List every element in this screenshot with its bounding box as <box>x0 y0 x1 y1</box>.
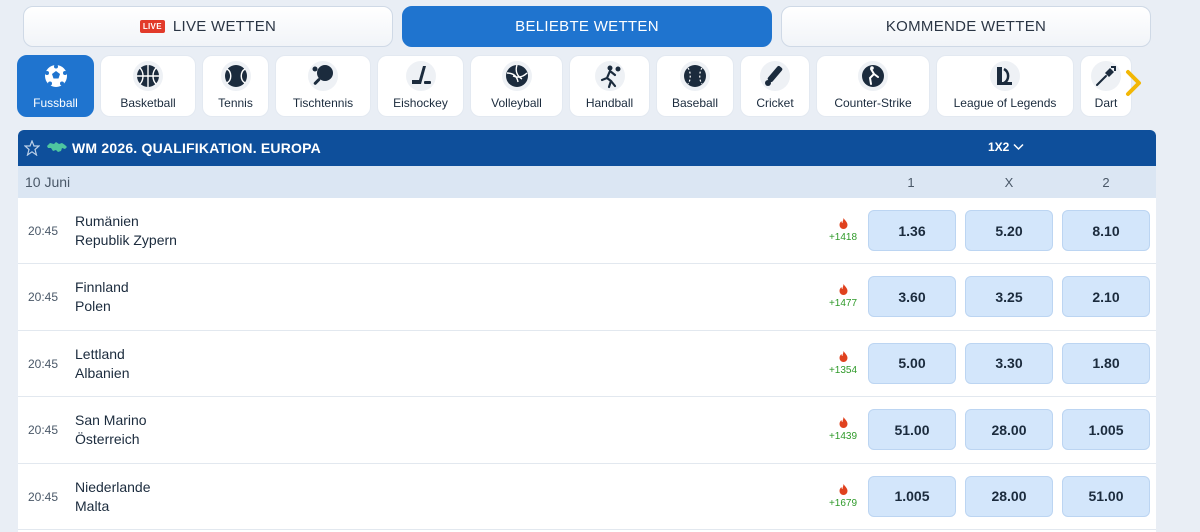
match-time: 20:45 <box>28 290 59 305</box>
home-team: Rumänien <box>75 213 139 229</box>
sports-bar: Fussball Basketball Tennis Tischtennis E… <box>17 55 1132 118</box>
sport-item-handball[interactable]: Handball <box>569 55 650 117</box>
odd-button-home[interactable]: 3.60 <box>868 276 956 318</box>
sport-label: Handball <box>585 96 634 110</box>
more-markets-count[interactable]: +1418 <box>818 232 868 243</box>
away-team: Albanien <box>75 364 130 381</box>
home-team: Lettland <box>75 345 125 362</box>
sport-label: Fussball <box>33 96 78 110</box>
more-markets-count[interactable]: +1679 <box>818 498 868 509</box>
odd-button-away[interactable]: 1.005 <box>1062 409 1150 451</box>
dart-icon <box>1091 61 1121 91</box>
match-row[interactable]: 20:45 Lettland Albanien +1354 5.00 3.30 … <box>18 331 1156 398</box>
sport-label: Basketball <box>120 96 176 110</box>
chevron-down-icon <box>1013 143 1024 151</box>
baseball-icon <box>680 61 710 91</box>
match-row[interactable]: 20:45 Finnland Polen +1477 3.60 3.25 2.1… <box>18 264 1156 331</box>
tab-popular-betting[interactable]: BELIEBTE WETTEN <box>402 6 772 47</box>
odd-button-away[interactable]: 8.10 <box>1062 210 1150 251</box>
more-markets-count[interactable]: +1439 <box>818 431 868 442</box>
cricket-icon <box>760 61 790 91</box>
counter-strike-icon <box>858 61 888 91</box>
sport-label: Tischtennis <box>292 96 354 110</box>
match-row[interactable]: 20:45 San Marino Österreich +1439 51.00 … <box>18 397 1156 464</box>
market-select[interactable]: 1X2 <box>988 140 1024 154</box>
sport-label: League of Legends <box>953 96 1057 110</box>
tab-live-label: LIVE WETTEN <box>172 18 277 35</box>
ice-hockey-icon <box>405 61 436 91</box>
globe-map-icon <box>46 141 68 155</box>
match-row[interactable]: 20:45 Niederlande Malta +1679 1.005 28.0… <box>18 464 1156 530</box>
home-team: Finnland <box>75 279 129 296</box>
odd-button-away[interactable]: 1.80 <box>1062 342 1150 384</box>
sport-label: Cricket <box>756 96 794 110</box>
sport-item-eishockey[interactable]: Eishockey <box>377 55 464 117</box>
match-time: 20:45 <box>28 489 59 504</box>
sport-label: Eishockey <box>393 96 448 110</box>
chevron-right-icon[interactable] <box>1124 69 1144 97</box>
odd-button-away[interactable]: 51.00 <box>1062 475 1150 517</box>
tab-popular-label: BELIEBTE WETTEN <box>515 18 659 35</box>
sport-item-basketball[interactable]: Basketball <box>100 55 196 117</box>
handball-icon <box>594 61 625 91</box>
date-label: 10 Juni <box>25 174 71 190</box>
basketball-icon <box>133 61 163 91</box>
column-away: 2 <box>1102 175 1110 190</box>
top-tabs: LIVE LIVE WETTEN BELIEBTE WETTEN KOMMEND… <box>23 6 1151 47</box>
odd-button-draw[interactable]: 28.00 <box>965 409 1053 451</box>
column-header: 10 Juni 1 X 2 <box>18 166 1156 198</box>
sport-label: Dart <box>1094 96 1118 110</box>
market-label: 1X2 <box>988 140 1010 154</box>
league-of-legends-icon <box>990 61 1020 91</box>
sport-item-cricket[interactable]: Cricket <box>740 55 810 117</box>
away-team: Österreich <box>75 431 140 448</box>
star-icon[interactable] <box>24 140 40 156</box>
odd-button-draw[interactable]: 28.00 <box>965 475 1053 517</box>
odd-button-home[interactable]: 5.00 <box>868 342 956 384</box>
league-header: WM 2026. QUALIFIKATION. EUROPA 1X2 <box>18 130 1156 166</box>
column-home: 1 <box>907 175 915 190</box>
odd-button-draw[interactable]: 5.20 <box>965 210 1053 251</box>
sport-item-league-of-legends[interactable]: League of Legends <box>936 55 1074 117</box>
match-time: 20:45 <box>28 224 59 238</box>
sport-label: Volleyball <box>491 96 542 110</box>
league-panel: WM 2026. QUALIFIKATION. EUROPA 1X2 10 Ju… <box>18 130 1156 532</box>
odd-button-home[interactable]: 51.00 <box>868 409 956 451</box>
away-team: Malta <box>75 497 110 514</box>
odd-button-away[interactable]: 2.10 <box>1062 276 1150 318</box>
odd-button-draw[interactable]: 3.30 <box>965 342 1053 384</box>
odd-button-home[interactable]: 1.005 <box>868 475 956 517</box>
home-team: Niederlande <box>75 478 151 495</box>
volleyball-icon <box>501 61 532 91</box>
sport-item-tennis[interactable]: Tennis <box>202 55 269 117</box>
soccer-ball-icon <box>41 61 71 91</box>
sport-label: Baseball <box>671 96 719 110</box>
sport-item-tischtennis[interactable]: Tischtennis <box>275 55 371 117</box>
league-title: WM 2026. QUALIFIKATION. EUROPA <box>72 140 321 156</box>
away-team: Polen <box>75 298 111 315</box>
odd-button-draw[interactable]: 3.25 <box>965 276 1053 318</box>
sport-item-fussball[interactable]: Fussball <box>17 55 94 117</box>
home-team: San Marino <box>75 412 147 429</box>
more-markets-count[interactable]: +1477 <box>818 298 868 309</box>
more-markets-count[interactable]: +1354 <box>818 365 868 376</box>
tennis-ball-icon <box>220 61 251 91</box>
sport-item-baseball[interactable]: Baseball <box>656 55 734 117</box>
tab-upcoming-label: KOMMENDE WETTEN <box>885 18 1047 35</box>
away-team: Republik Zypern <box>75 232 177 248</box>
odd-button-home[interactable]: 1.36 <box>868 210 956 251</box>
column-draw: X <box>1004 175 1014 190</box>
table-tennis-icon <box>308 61 338 91</box>
sport-label: Counter-Strike <box>834 96 912 110</box>
tab-upcoming-betting[interactable]: KOMMENDE WETTEN <box>781 6 1151 47</box>
match-row[interactable]: 20:45 Rumänien Republik Zypern +1418 1.3… <box>18 198 1156 265</box>
match-time: 20:45 <box>28 356 59 371</box>
sport-item-volleyball[interactable]: Volleyball <box>470 55 563 117</box>
sport-label: Tennis <box>218 96 253 110</box>
tab-live-betting[interactable]: LIVE LIVE WETTEN <box>23 6 393 47</box>
match-time: 20:45 <box>28 423 59 438</box>
sport-item-counter-strike[interactable]: Counter-Strike <box>816 55 930 117</box>
live-badge: LIVE <box>139 20 165 33</box>
